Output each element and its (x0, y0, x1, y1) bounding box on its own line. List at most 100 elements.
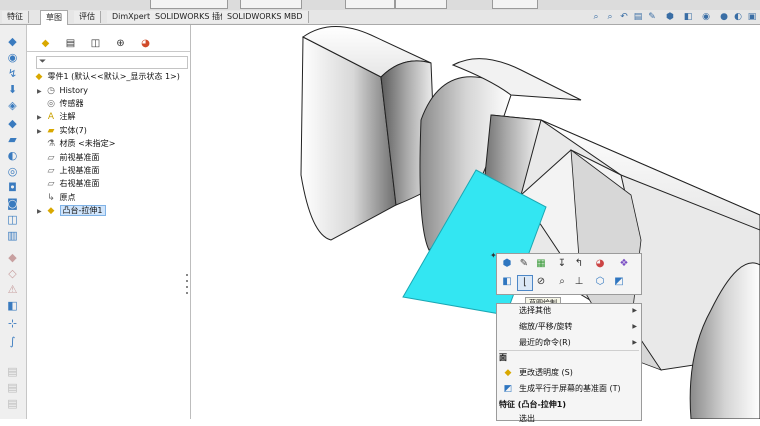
history-icon: ◷ (47, 86, 55, 96)
tab-evaluate[interactable]: 评估 (74, 11, 101, 23)
curves-icon[interactable]: ⊹ (5, 317, 20, 330)
tree-node-annotations[interactable]: ▶ A 注解 (37, 111, 76, 123)
tree-node-history[interactable]: ▶ ◷ History (37, 85, 88, 97)
tree-node-front-plane[interactable]: ▱ 前视基准面 (37, 152, 100, 164)
expand-arrow-icon[interactable]: ▶ (37, 112, 45, 124)
tree-node-material[interactable]: ⚗ 材质 <未指定> (37, 138, 116, 150)
draft-icon[interactable]: ◇ (5, 267, 20, 280)
tab-features[interactable]: 特征 (2, 11, 29, 23)
shell-icon[interactable]: ⚠ (5, 283, 20, 296)
menu-item-select-other[interactable]: 选择其他 ▶ (497, 304, 641, 318)
instant3d-icon[interactable]: ∫ (5, 335, 20, 348)
material-icon: ⚗ (46, 139, 56, 149)
zoom-to-area-icon[interactable]: ⌕ (605, 12, 615, 22)
mouse-cursor-icon: ✦ (490, 251, 497, 260)
menu-item-zoom-pan-rotate[interactable]: 缩放/平移/旋转 ▶ (497, 320, 641, 334)
measure-icon[interactable]: ⊥ (572, 275, 586, 289)
edit-feature-icon[interactable]: ▦ (534, 257, 548, 271)
tree-node-origin[interactable]: ↳ 原点 (37, 192, 75, 204)
view-settings-icon[interactable]: ▣ (747, 12, 757, 22)
tree-root-part[interactable]: ◆ 零件1 (默认<<默认>_显示状态 1>) (33, 71, 180, 83)
menu-item-create-plane-parallel[interactable]: ◩ 生成平行于屏幕的基准面 (T) (497, 382, 641, 396)
section-view-icon[interactable]: ◧ (500, 275, 514, 289)
hide-icon[interactable]: ⊘ (534, 275, 548, 289)
zoom-to-fit-icon[interactable]: ⌕ (591, 12, 601, 22)
swept-cut-icon[interactable]: ◎ (5, 165, 20, 178)
model-viewport[interactable] (191, 25, 760, 419)
reference-geometry-icon[interactable]: ◧ (5, 299, 20, 312)
tree-node-top-plane[interactable]: ▱ 上视基准面 (37, 165, 100, 177)
edit-appearance-icon[interactable]: ● (719, 12, 729, 22)
dynamic-annotation-icon[interactable]: ✎ (647, 12, 657, 22)
view-orientation-icon[interactable]: ⬢ (665, 12, 675, 22)
swept-boss-icon[interactable]: ↯ (5, 67, 20, 80)
lofted-boss-icon[interactable]: ⬇ (5, 83, 20, 96)
rib-icon[interactable]: ◆ (5, 251, 20, 264)
appearance-palette-icon[interactable]: ❖ (617, 257, 631, 271)
tree-node-solid-bodies[interactable]: ▶ ▰ 实体(7) (37, 125, 87, 137)
display-style-icon[interactable]: ◧ (683, 12, 693, 22)
hole-wizard-icon[interactable]: ▰ (5, 133, 20, 146)
ribbon-button-4[interactable] (395, 0, 447, 9)
left-command-strip: ◆ ◉ ↯ ⬇ ◈ ◆ ▰ ◐ ◎ ◘ ◙ ◫ ▥ ◆ ◇ ⚠ ◧ ⊹ ∫ ▤ … (0, 25, 27, 419)
appearance-icon[interactable]: ◕ (593, 257, 607, 271)
edit-sketch-icon[interactable]: ✎ (517, 257, 531, 271)
chamfer-icon[interactable]: ▥ (5, 229, 20, 242)
hide-show-items-icon[interactable]: ◉ (701, 12, 711, 22)
tab-mbd[interactable]: SOLIDWORKS MBD (222, 11, 309, 23)
sketch-icon[interactable]: ⌊ (517, 275, 533, 291)
extruded-cut-icon[interactable]: ◆ (5, 117, 20, 130)
tab-dimxpert[interactable]: DimXpert (107, 11, 157, 23)
configuration-manager-tab-icon[interactable]: ◫ (89, 38, 102, 50)
expand-arrow-icon[interactable]: ▶ (37, 206, 45, 218)
fillet-icon[interactable]: ◫ (5, 213, 20, 226)
menu-item-recent-commands[interactable]: 最近的命令(R) ▶ (497, 336, 641, 350)
disabled-tool-icon-3: ▤ (7, 397, 18, 410)
tree-node-right-plane[interactable]: ▱ 右视基准面 (37, 178, 100, 190)
graphics-area[interactable] (191, 25, 760, 419)
ribbon-button-3[interactable] (345, 0, 395, 9)
tree-node-boss-extrude1[interactable]: ▶ ◆ 凸台-拉伸1 (37, 205, 106, 217)
zoom-to-selection-icon[interactable]: ⌕ (555, 275, 569, 289)
menu-item-select[interactable]: 选出 (497, 412, 641, 426)
solid-bodies-icon: ▰ (47, 126, 55, 136)
tree-node-sensors[interactable]: ◎ 传感器 (37, 98, 83, 110)
lofted-cut-icon[interactable]: ◘ (5, 181, 20, 194)
transparency-icon: ◆ (504, 368, 512, 378)
previous-view-icon[interactable]: ↶ (619, 12, 629, 22)
filter-icon: ⏷ (39, 57, 47, 67)
boundary-boss-icon[interactable]: ◈ (5, 99, 20, 112)
apply-scene-icon[interactable]: ◐ (733, 12, 743, 22)
origin-icon: ↳ (47, 193, 55, 203)
view-cube-icon[interactable]: ◩ (612, 275, 626, 289)
section-view-icon[interactable]: ▤ (633, 12, 643, 22)
ribbon-button-2[interactable] (240, 0, 302, 9)
feature-manager-tab-icon[interactable]: ◆ (39, 38, 52, 50)
extruded-boss-icon[interactable]: ◆ (5, 35, 20, 48)
display-manager-tab-icon[interactable]: ◕ (139, 38, 152, 50)
ribbon-button-1[interactable] (150, 0, 228, 9)
expand-arrow-icon[interactable]: ▶ (37, 126, 45, 138)
panel-splitter[interactable] (184, 272, 190, 298)
dimxpert-manager-tab-icon[interactable]: ⊕ (114, 38, 127, 50)
feature-manager-tabs: ◆ ▤ ◫ ⊕ ◕ (27, 36, 190, 52)
ribbon-button-5[interactable] (492, 0, 538, 9)
context-toolbar: ⬢ ✎ ▦ ↧ ↰ ◕ ❖ ◧ ⌊ ⊘ ⌕ ⊥ ⬡ ◩ (496, 253, 642, 295)
property-manager-tab-icon[interactable]: ▤ (64, 38, 77, 50)
isometric-icon[interactable]: ⬡ (593, 275, 607, 289)
sensor-icon: ◎ (47, 99, 55, 109)
tree-filter[interactable]: ⏷ (36, 56, 188, 69)
normal-to-icon[interactable]: ↧ (555, 257, 569, 271)
tab-sketch[interactable]: 草图 (40, 10, 68, 25)
submenu-arrow-icon: ▶ (632, 307, 637, 314)
rollback-icon[interactable]: ↰ (572, 257, 586, 271)
feature-manager-panel: ◆ ▤ ◫ ⊕ ◕ ⏷ ◆ 零件1 (默认<<默认>_显示状态 1>) ▶ ◷ H… (27, 25, 191, 419)
revolved-boss-icon[interactable]: ◉ (5, 51, 20, 64)
revolved-cut-icon[interactable]: ◐ (5, 149, 20, 162)
left-cylinder-body[interactable] (300, 26, 437, 241)
menu-item-change-transparency[interactable]: ◆ 更改透明度 (S) (497, 366, 641, 380)
disabled-tool-icon-2: ▤ (7, 381, 18, 394)
boundary-cut-icon[interactable]: ◙ (5, 197, 20, 210)
expand-arrow-icon[interactable]: ▶ (37, 86, 45, 98)
view-orientation-icon[interactable]: ⬢ (500, 257, 514, 271)
